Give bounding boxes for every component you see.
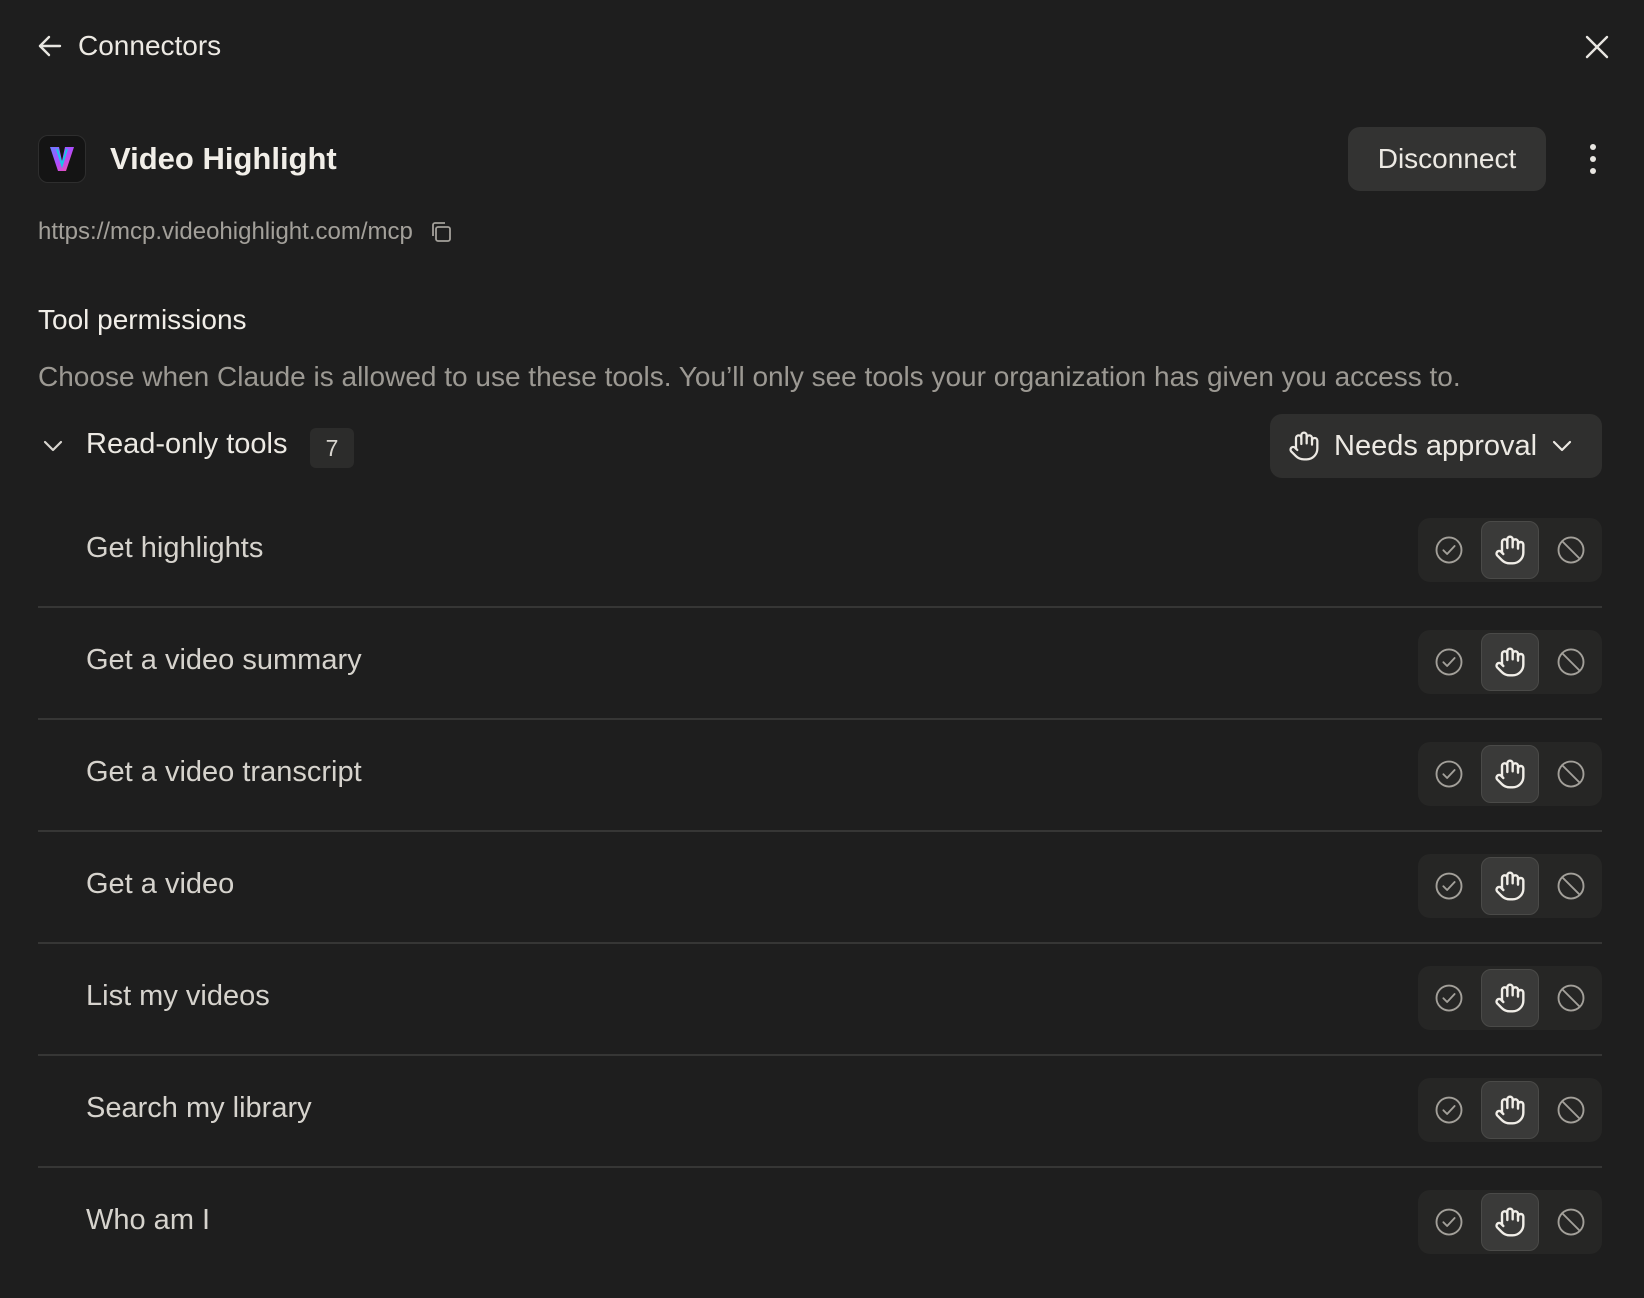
check-circle-icon [1435,760,1463,788]
check-circle-icon [1435,1208,1463,1236]
check-circle-icon [1435,648,1463,676]
always-allow-button[interactable] [1420,521,1478,579]
page-title: Connectors [78,30,222,61]
tool-list: Get highlights Get a video summary Get a v… [38,496,1602,1280]
more-options-button[interactable] [1578,136,1608,182]
check-circle-icon [1435,984,1463,1012]
tool-label: Search my library [86,1092,312,1124]
connector-url-row: https://mcp.videohighlight.com/mcp [38,218,455,246]
needs-approval-button[interactable] [1481,1193,1539,1251]
video-highlight-logo-icon [50,147,74,171]
needs-approval-button[interactable] [1481,745,1539,803]
tool-group-header: Read-only tools 7 Needs approval [38,414,1602,480]
hand-icon [1495,1207,1525,1237]
block-button[interactable] [1542,1193,1600,1251]
group-label: Read-only tools [86,428,288,460]
always-allow-button[interactable] [1420,745,1478,803]
tool-permission-selector [1418,854,1602,918]
group-count-badge: 7 [310,428,354,468]
needs-approval-button[interactable] [1481,633,1539,691]
tool-row: Get highlights [38,496,1602,608]
tool-permission-selector [1418,518,1602,582]
group-policy-label: Needs approval [1334,429,1538,462]
block-button[interactable] [1542,857,1600,915]
block-icon [1557,536,1585,564]
hand-icon [1495,759,1525,789]
block-icon [1557,648,1585,676]
block-icon [1557,760,1585,788]
tool-label: Get a video [86,868,235,900]
tool-label: Who am I [86,1204,211,1236]
tool-label: Get highlights [86,532,264,564]
hand-icon [1495,647,1525,677]
group-policy-dropdown[interactable]: Needs approval [1270,414,1602,478]
top-bar: Connectors [0,0,1644,96]
tool-permissions-description: Choose when Claude is allowed to use the… [38,361,1461,392]
always-allow-button[interactable] [1420,969,1478,1027]
block-button[interactable] [1542,969,1600,1027]
block-button[interactable] [1542,1081,1600,1139]
block-button[interactable] [1542,521,1600,579]
tool-permission-selector [1418,1078,1602,1142]
tool-row: Who am I [38,1168,1602,1280]
group-collapse-toggle[interactable] [38,431,68,461]
chevron-down-icon [43,440,63,452]
needs-approval-button[interactable] [1481,857,1539,915]
tool-label: Get a video summary [86,644,362,676]
tool-row: Get a video summary [38,608,1602,720]
needs-approval-button[interactable] [1481,521,1539,579]
tool-row: List my videos [38,944,1602,1056]
arrow-left-icon [38,35,62,57]
connector-name: Video Highlight [110,141,337,176]
hand-icon [1495,983,1525,1013]
block-icon [1557,872,1585,900]
needs-approval-button[interactable] [1481,1081,1539,1139]
close-icon [1585,35,1609,59]
hand-icon [1495,1095,1525,1125]
tool-row: Get a video transcript [38,720,1602,832]
block-icon [1557,984,1585,1012]
always-allow-button[interactable] [1420,633,1478,691]
copy-url-button[interactable] [427,218,455,246]
disconnect-button[interactable]: Disconnect [1348,127,1546,191]
always-allow-button[interactable] [1420,1081,1478,1139]
check-circle-icon [1435,1096,1463,1124]
hand-icon [1495,535,1525,565]
tool-permissions-title: Tool permissions [38,304,247,335]
hand-icon [1289,431,1319,461]
block-icon [1557,1208,1585,1236]
block-button[interactable] [1542,745,1600,803]
check-circle-icon [1435,872,1463,900]
needs-approval-button[interactable] [1481,969,1539,1027]
tool-row: Get a video [38,832,1602,944]
dropdown-chevron [1551,435,1573,457]
tool-permission-selector [1418,742,1602,806]
more-vertical-icon [1590,144,1596,174]
copy-icon [431,222,451,242]
close-button[interactable] [1580,30,1614,64]
hand-icon [1495,871,1525,901]
tool-row: Search my library [38,1056,1602,1168]
chevron-down-icon [1553,440,1572,452]
connector-header: Video Highlight [38,134,337,184]
connector-logo [38,135,86,183]
tool-permission-selector [1418,1190,1602,1254]
tool-permission-selector [1418,966,1602,1030]
tool-permission-selector [1418,630,1602,694]
back-button[interactable] [34,30,66,62]
always-allow-button[interactable] [1420,1193,1478,1251]
check-circle-icon [1435,536,1463,564]
block-icon [1557,1096,1585,1124]
tool-label: Get a video transcript [86,756,362,788]
always-allow-button[interactable] [1420,857,1478,915]
connector-url: https://mcp.videohighlight.com/mcp [38,218,413,245]
block-button[interactable] [1542,633,1600,691]
tool-label: List my videos [86,980,270,1012]
